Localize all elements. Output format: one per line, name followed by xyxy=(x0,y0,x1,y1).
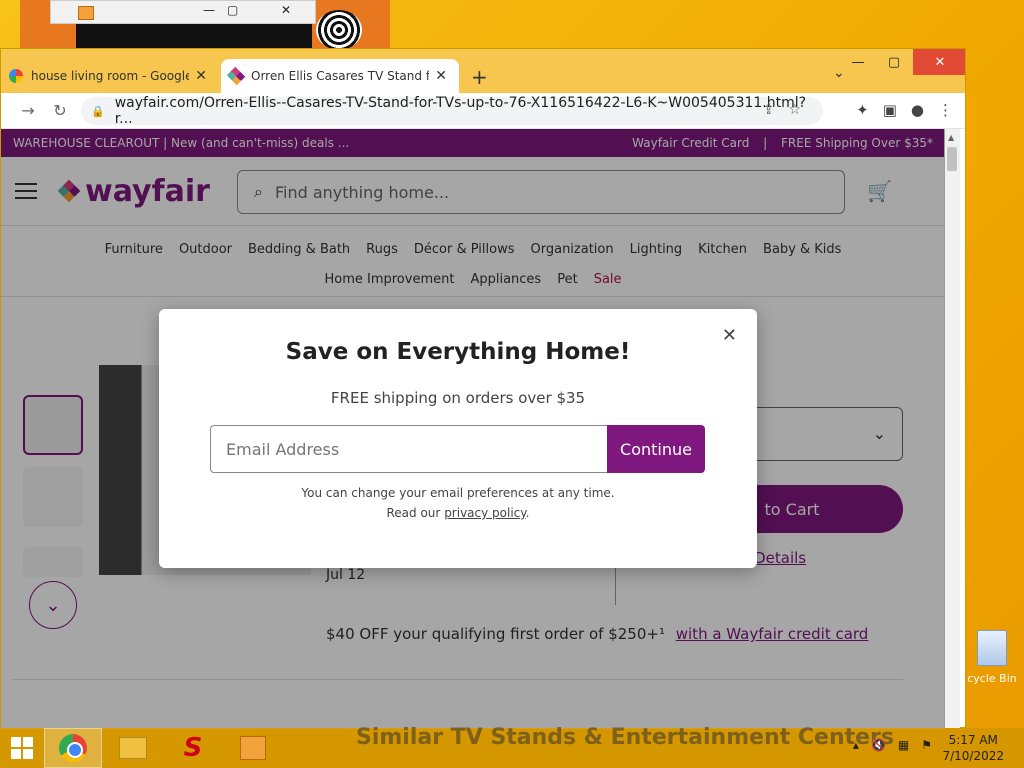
scrollbar-thumb[interactable] xyxy=(947,147,957,171)
email-field[interactable] xyxy=(210,425,607,473)
reload-icon[interactable]: ↻ xyxy=(47,101,73,120)
action-center-icon[interactable]: ⚑ xyxy=(921,738,932,752)
media-player-icon xyxy=(78,6,94,20)
fine-print-line: Read our privacy policy. xyxy=(159,503,757,523)
taskbar-chrome[interactable] xyxy=(44,728,102,768)
wayfair-favicon-icon xyxy=(226,66,246,86)
page-scrollbar[interactable]: ▲ xyxy=(944,129,960,728)
volume-muted-icon[interactable]: 🔇 xyxy=(871,738,886,752)
tab-title: Orren Ellis Casares TV Stand for T xyxy=(251,69,429,83)
modal-title: Save on Everything Home! xyxy=(285,339,631,365)
folder-icon xyxy=(119,737,147,759)
close-icon[interactable]: ✕ xyxy=(281,3,291,17)
window-close-button[interactable]: ✕ xyxy=(913,49,965,75)
taskbar-s-app[interactable]: S xyxy=(164,728,222,768)
email-form: Continue xyxy=(210,425,705,473)
lock-icon: 🔒 xyxy=(91,104,105,118)
tab-close-icon[interactable]: ✕ xyxy=(195,68,207,84)
toolbar-icons: ✦ ▣ ● ⋮ xyxy=(856,101,953,119)
modal-subtitle: FREE shipping on orders over $35 xyxy=(330,389,586,407)
browser-toolbar: → ↻ 🔒 wayfair.com/Orren-Ellis--Casares-T… xyxy=(1,93,965,129)
window-minimize-button[interactable]: — xyxy=(841,49,875,75)
address-bar[interactable]: 🔒 wayfair.com/Orren-Ellis--Casares-TV-St… xyxy=(81,95,823,127)
minimize-icon[interactable]: — xyxy=(203,3,215,17)
recycle-bin[interactable]: cycle Bin xyxy=(962,630,1022,685)
recycle-bin-icon xyxy=(977,630,1007,666)
google-favicon-icon xyxy=(9,69,23,83)
recycle-bin-label: cycle Bin xyxy=(967,672,1017,685)
privacy-policy-link[interactable]: privacy policy xyxy=(444,506,525,520)
maximize-icon[interactable]: ▢ xyxy=(227,3,238,17)
tab-title: house living room - Google Sear xyxy=(31,69,190,83)
start-button[interactable] xyxy=(0,728,44,768)
windows-logo-icon xyxy=(11,737,33,759)
modal-fine-print: You can change your email preferences at… xyxy=(159,483,757,523)
taskbar-clock[interactable]: 5:17 AM 7/10/2022 xyxy=(942,732,1004,764)
side-panel-icon[interactable]: ▣ xyxy=(883,101,897,119)
spiral-graphic xyxy=(316,10,362,50)
share-icon[interactable]: ⇪☆ xyxy=(763,102,815,118)
tab-google-search[interactable]: house living room - Google Sear ✕ xyxy=(1,59,219,93)
clock-date: 7/10/2022 xyxy=(942,749,1004,763)
network-icon[interactable]: ▦ xyxy=(898,738,909,752)
fine-print-line: You can change your email preferences at… xyxy=(301,486,615,500)
system-tray: ▴ 🔇 ▦ ⚑ xyxy=(853,738,932,752)
fine-print-suffix: . xyxy=(525,506,530,520)
window-maximize-button[interactable]: ▢ xyxy=(877,49,911,75)
profile-icon[interactable]: ● xyxy=(911,101,924,119)
similar-heading: Similar TV Stands & Entertainment Center… xyxy=(356,725,894,750)
tab-wayfair[interactable]: Orren Ellis Casares TV Stand for T ✕ xyxy=(221,59,459,93)
tab-strip: house living room - Google Sear ✕ Orren … xyxy=(1,49,965,93)
continue-button[interactable]: Continue xyxy=(607,425,705,473)
new-tab-button[interactable]: + xyxy=(471,65,488,89)
taskbar-media-player[interactable] xyxy=(224,728,282,768)
tray-chevron-icon[interactable]: ▴ xyxy=(853,738,859,752)
scroll-up-icon[interactable]: ▲ xyxy=(948,133,954,142)
menu-icon[interactable]: ⋮ xyxy=(938,101,953,119)
fine-print-prefix: Read our xyxy=(386,506,441,520)
forward-arrow-icon[interactable]: → xyxy=(15,101,41,120)
chrome-icon xyxy=(59,734,87,762)
email-signup-modal: ✕ Save on Everything Home! FREE shipping… xyxy=(159,309,757,568)
tab-close-icon[interactable]: ✕ xyxy=(435,68,447,84)
media-player-icon xyxy=(240,736,266,760)
video-area xyxy=(76,24,312,50)
taskbar-file-explorer[interactable] xyxy=(104,728,162,768)
extensions-icon[interactable]: ✦ xyxy=(856,101,869,119)
clock-time: 5:17 AM xyxy=(948,733,998,747)
url-text: wayfair.com/Orren-Ellis--Casares-TV-Stan… xyxy=(114,95,807,127)
s-app-icon: S xyxy=(183,733,203,763)
